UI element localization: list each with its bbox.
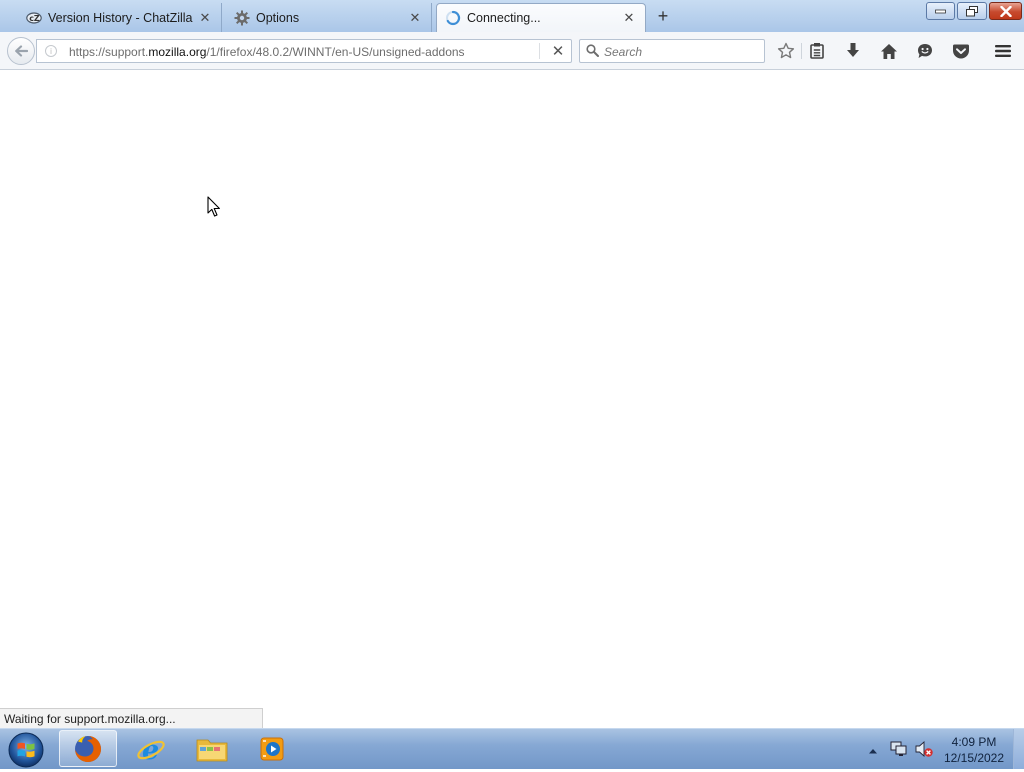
chevron-up-icon: [869, 749, 877, 754]
hamburger-menu-icon: [995, 45, 1011, 57]
tab-chatzilla[interactable]: cZ Version History - ChatZilla ✕: [18, 3, 222, 32]
file-explorer-icon: [196, 739, 228, 761]
network-tray-icon[interactable]: [890, 740, 908, 761]
search-bar[interactable]: [579, 39, 765, 63]
navigation-toolbar: i https://support.mozilla.org/1/firefox/…: [0, 32, 1024, 70]
stop-loading-button[interactable]: ✕: [549, 42, 567, 60]
restore-icon: [966, 5, 978, 16]
search-icon: [586, 44, 599, 57]
loading-spinner-icon: [445, 10, 461, 26]
media-player-icon: [260, 737, 284, 760]
close-tab-icon[interactable]: ✕: [621, 10, 637, 26]
hello-button[interactable]: [914, 40, 936, 62]
taskbar-file-explorer[interactable]: [183, 730, 241, 767]
windows-logo-icon: [8, 732, 44, 768]
site-identity-icon[interactable]: i: [45, 45, 57, 57]
pocket-icon: [953, 44, 969, 58]
gear-icon: [234, 10, 250, 26]
downloads-button[interactable]: [842, 40, 864, 62]
windows-taskbar: e 4:09 PM 12/15/2022: [0, 728, 1024, 769]
tab-options[interactable]: Options ✕: [226, 3, 432, 32]
clock-date: 12/15/2022: [943, 751, 1005, 765]
search-input[interactable]: [602, 42, 764, 62]
start-button[interactable]: [7, 731, 45, 769]
page-content-area[interactable]: [0, 70, 1024, 728]
reading-list-icon: [810, 43, 824, 59]
internet-explorer-icon: e: [137, 735, 165, 765]
taskbar-media-player[interactable]: [244, 730, 302, 767]
volume-muted-icon: [915, 740, 933, 758]
taskbar-internet-explorer[interactable]: e: [122, 730, 180, 767]
tab-label: Version History - ChatZilla: [48, 10, 193, 25]
url-bar[interactable]: i https://support.mozilla.org/1/firefox/…: [36, 39, 572, 63]
show-desktop-button[interactable]: [1013, 729, 1024, 769]
bookmark-star-icon: [777, 42, 795, 59]
toolbar-separator: [801, 43, 802, 59]
tab-label: Options: [256, 10, 300, 25]
window-close-button[interactable]: [989, 2, 1022, 20]
close-tab-icon[interactable]: ✕: [197, 10, 213, 26]
pocket-button[interactable]: [950, 40, 972, 62]
minimize-icon: [935, 9, 946, 14]
status-panel: Waiting for support.mozilla.org...: [0, 708, 263, 728]
downloads-icon: [847, 43, 859, 57]
hello-icon: [918, 44, 932, 58]
svg-text:e: e: [142, 735, 159, 765]
svg-text:cZ: cZ: [29, 14, 40, 23]
menu-button[interactable]: [992, 40, 1014, 62]
tab-label: Connecting...: [467, 11, 541, 25]
back-arrow-icon: [15, 45, 28, 57]
firefox-icon: [75, 735, 101, 762]
back-button[interactable]: [7, 37, 35, 65]
volume-muted-tray-icon[interactable]: [915, 740, 933, 761]
reading-list-button[interactable]: [806, 40, 828, 62]
url-divider: [539, 43, 540, 59]
network-icon: [890, 741, 907, 756]
clock-time: 4:09 PM: [951, 735, 997, 749]
restore-button[interactable]: [957, 2, 987, 20]
system-clock[interactable]: 4:09 PM 12/15/2022: [938, 734, 1010, 766]
new-tab-button[interactable]: +: [652, 6, 674, 26]
bookmark-star-button[interactable]: [775, 40, 797, 62]
url-host: mozilla.org: [148, 45, 207, 59]
show-hidden-icons-button[interactable]: [868, 744, 878, 758]
chatzilla-icon: cZ: [26, 10, 42, 26]
tab-connecting[interactable]: Connecting... ✕: [436, 3, 646, 32]
close-tab-icon[interactable]: ✕: [407, 10, 423, 26]
home-button[interactable]: [878, 40, 900, 62]
taskbar-firefox[interactable]: [59, 730, 117, 767]
minimize-button[interactable]: [926, 2, 955, 20]
mouse-cursor-icon: [207, 196, 221, 221]
tab-strip: cZ Version History - ChatZilla ✕ Options…: [0, 0, 1024, 32]
close-icon: [999, 5, 1012, 17]
home-icon: [881, 43, 897, 59]
url-prefix: https://support.: [69, 45, 149, 59]
url-text[interactable]: https://support.mozilla.org/1/firefox/48…: [69, 45, 465, 59]
url-path: /1/firefox/48.0.2/WINNT/en-US/unsigned-a…: [206, 45, 465, 59]
